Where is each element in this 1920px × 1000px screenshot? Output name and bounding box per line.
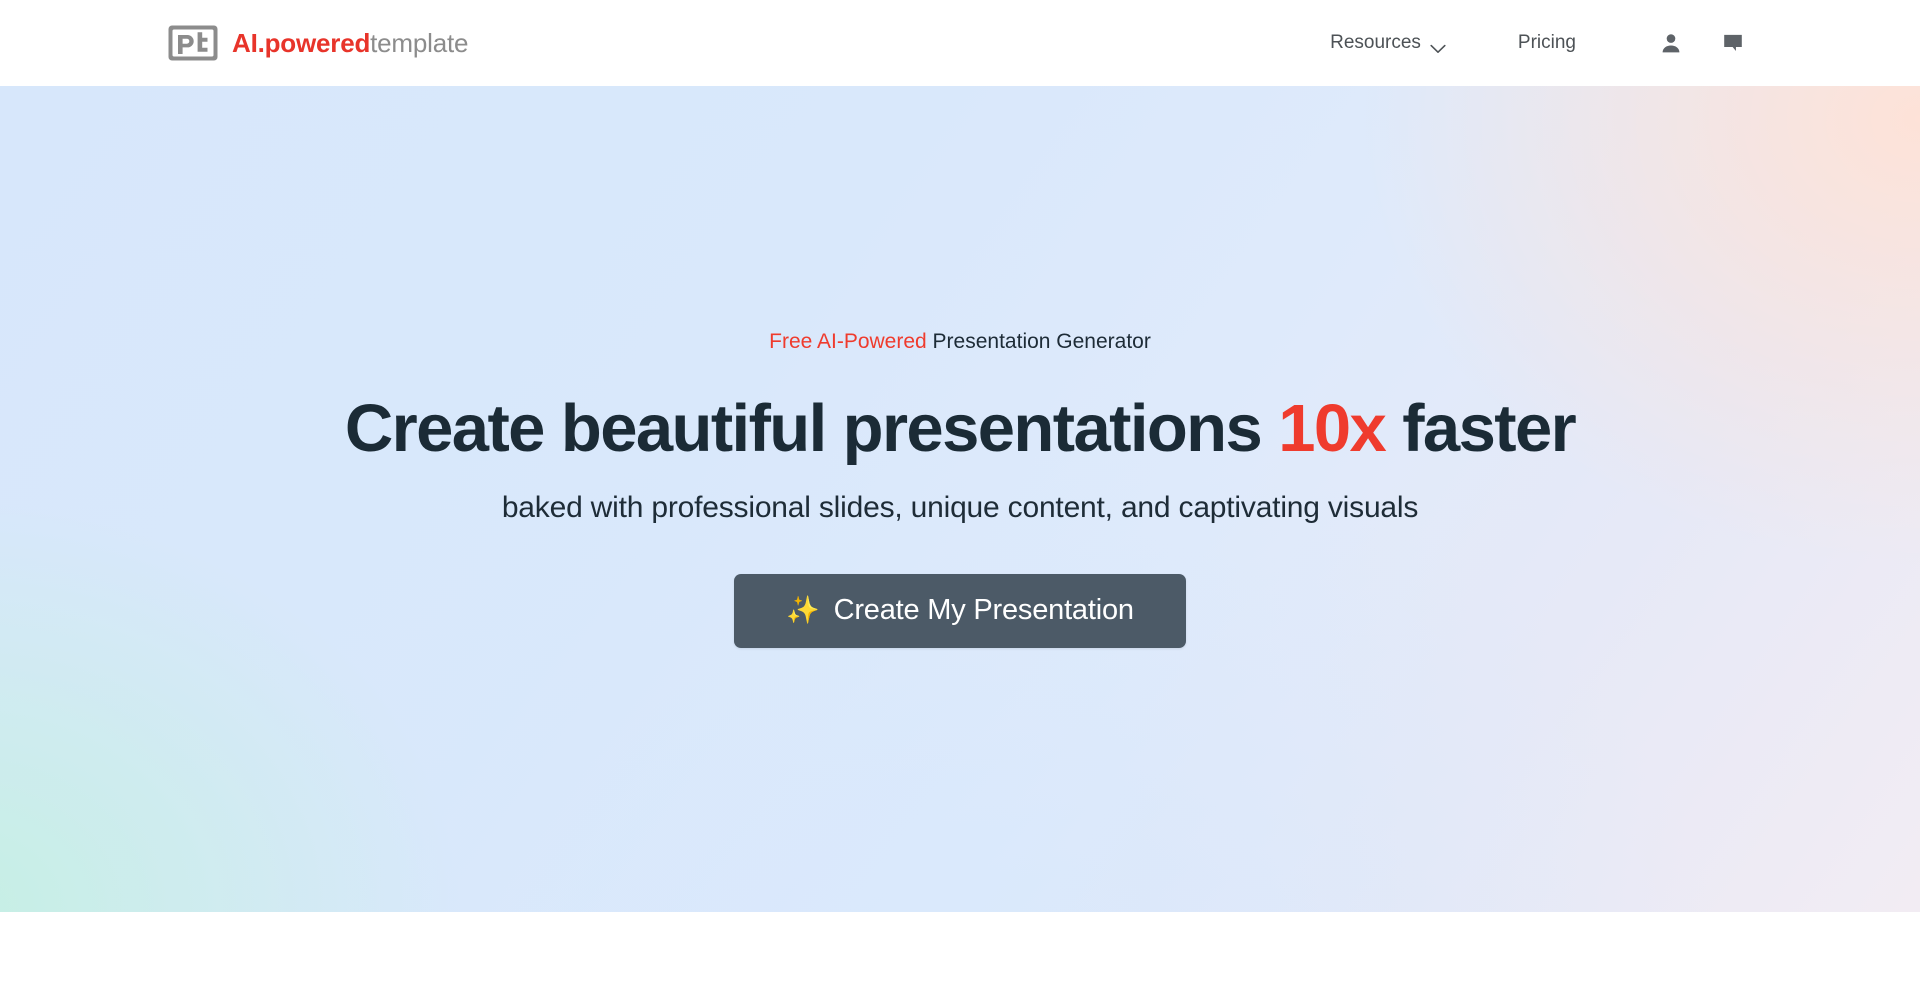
logo-mark-pt-icon	[168, 25, 218, 61]
brand-wordmark: AI.poweredtemplate	[232, 30, 468, 56]
nav-item-resources-label: Resources	[1330, 32, 1421, 53]
site-header: AI.poweredtemplate Resources Pricing	[0, 0, 1920, 86]
header-inner: AI.poweredtemplate Resources Pricing	[0, 0, 1920, 86]
create-presentation-button[interactable]: ✨ Create My Presentation	[734, 573, 1186, 648]
brand-logo[interactable]: AI.poweredtemplate	[168, 25, 468, 61]
hero-content: Free AI-Powered Presentation Generator C…	[0, 86, 1920, 912]
page-root: AI.poweredtemplate Resources Pricing Fre…	[0, 0, 1920, 1000]
hero-section: Free AI-Powered Presentation Generator C…	[0, 86, 1920, 912]
create-presentation-button-label: Create My Presentation	[833, 594, 1134, 627]
below-fold-area	[0, 912, 1920, 1000]
hero-cta-wrapper: ✨ Create My Presentation	[734, 573, 1186, 648]
sparkles-icon: ✨	[786, 595, 820, 626]
brand-word-template: template	[370, 28, 469, 58]
hero-headline-highlight: 10x	[1278, 391, 1387, 467]
nav-item-pricing-label: Pricing	[1517, 32, 1576, 53]
chat-bubble-icon	[1721, 32, 1745, 54]
primary-navigation: Resources Pricing	[1316, 24, 1752, 62]
chevron-down-icon	[1430, 38, 1446, 53]
account-button[interactable]	[1652, 24, 1690, 62]
hero-subheadline: baked with professional slides, unique c…	[501, 491, 1419, 525]
nav-item-pricing[interactable]: Pricing	[1504, 26, 1590, 60]
chat-button[interactable]	[1714, 24, 1752, 62]
nav-item-resources[interactable]: Resources	[1316, 26, 1460, 60]
hero-headline-part2: faster	[1385, 391, 1577, 467]
user-account-icon	[1659, 31, 1683, 55]
hero-eyebrow-rest: Presentation Generator	[926, 330, 1151, 353]
hero-headline-part1: Create beautiful presentations	[344, 391, 1279, 467]
brand-word-powered: powered	[264, 28, 371, 58]
hero-eyebrow-highlight: Free AI-Powered	[769, 330, 927, 353]
hero-headline: Create beautiful presentations 10x faste…	[344, 391, 1577, 467]
hero-eyebrow: Free AI-Powered Presentation Generator	[769, 329, 1151, 354]
brand-word-ai: AI.	[232, 28, 265, 58]
